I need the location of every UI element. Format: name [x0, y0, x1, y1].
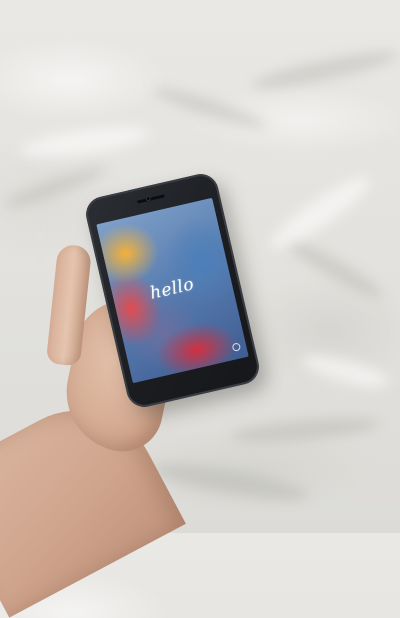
- phone-screen[interactable]: hello: [96, 197, 249, 384]
- fabric-fold: [18, 121, 152, 163]
- fabric-fold: [263, 167, 377, 259]
- front-camera: [145, 195, 152, 202]
- hello-greeting: hello: [148, 274, 197, 304]
- fabric-fold: [249, 44, 400, 96]
- fabric-fold: [298, 348, 392, 394]
- fabric-fold: [150, 81, 270, 135]
- fabric-fold: [229, 413, 381, 447]
- photo-scene: hello: [0, 0, 400, 618]
- home-area: [180, 374, 205, 393]
- fabric-fold: [282, 233, 388, 305]
- accessibility-icon[interactable]: [231, 342, 242, 352]
- setup-hint: [131, 347, 247, 374]
